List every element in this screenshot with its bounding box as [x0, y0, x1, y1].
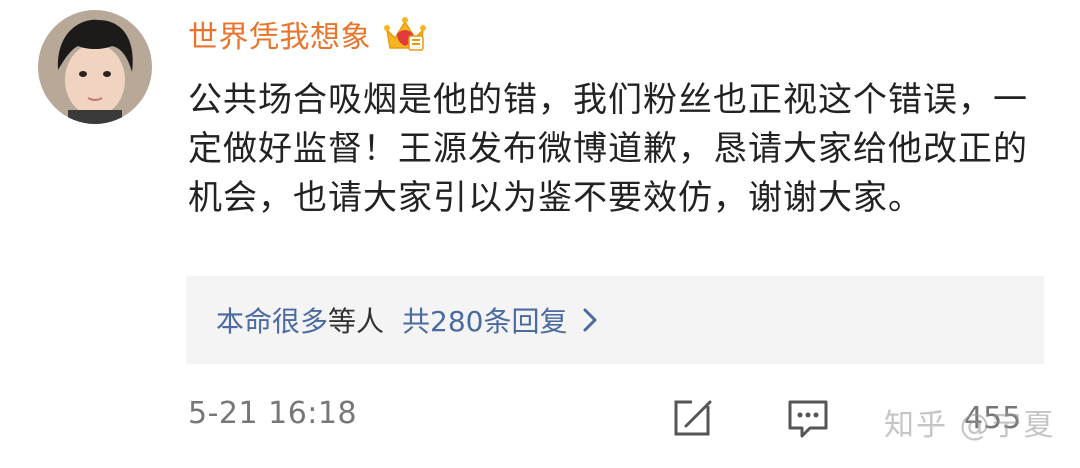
- forward-edit-button[interactable]: [672, 396, 716, 440]
- comment-item: 世界凭我想象 公共场合吸烟是他的错，我们粉丝也正视这个错误，一定做好监督！王源发…: [0, 0, 1080, 468]
- watermark: 知乎 @宁夏: [884, 408, 1056, 443]
- replies-summary[interactable]: 本命很多 等人 共280条回复: [186, 276, 1044, 364]
- avatar[interactable]: [38, 10, 152, 124]
- chevron-right-icon: [581, 306, 599, 334]
- comment-icon: [788, 400, 828, 438]
- reply-user-names[interactable]: 本命很多: [216, 300, 328, 340]
- reply-button[interactable]: [786, 396, 830, 440]
- username-row: 世界凭我想象: [188, 12, 427, 56]
- timestamp: 5-21 16:18: [188, 396, 358, 431]
- username[interactable]: 世界凭我想象: [188, 12, 371, 56]
- reply-count-link[interactable]: 共280条回复: [402, 300, 567, 340]
- crown-vip-icon[interactable]: [383, 12, 427, 56]
- reply-others-label: 等人: [328, 305, 385, 338]
- edit-icon: [674, 396, 716, 436]
- comment-text: 公共场合吸烟是他的错，我们粉丝也正视这个错误，一定做好监督！王源发布微博道歉，恳…: [188, 80, 1028, 218]
